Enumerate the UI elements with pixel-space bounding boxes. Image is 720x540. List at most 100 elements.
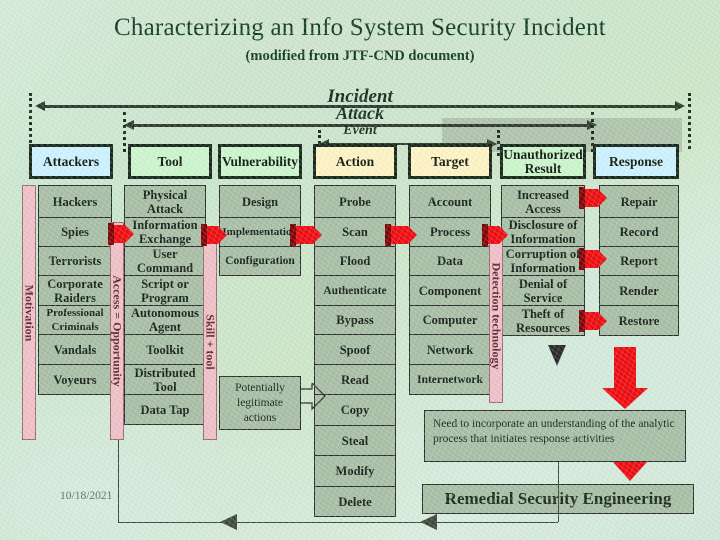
column-attackers: Hackers Spies Terrorists Corporate Raide… <box>38 185 112 395</box>
cell-attackers-1[interactable]: Spies <box>38 217 112 247</box>
column-unauthorized-result: Increased Access Disclosure of Informati… <box>501 185 585 336</box>
chevron-result-to-restore <box>579 310 607 332</box>
cell-tool-6[interactable]: Distributed Tool <box>124 364 206 395</box>
cell-action-0[interactable]: Probe <box>314 185 396 218</box>
chevron-attackers-to-tool <box>108 223 134 245</box>
cell-target-2[interactable]: Data <box>409 246 491 276</box>
cell-attackers-3[interactable]: Corporate Raiders <box>38 275 112 306</box>
cell-tool-5[interactable]: Toolkit <box>124 334 206 365</box>
cell-action-3[interactable]: Authenticate <box>314 275 396 306</box>
result-down-triangle <box>548 345 566 366</box>
cell-target-5[interactable]: Network <box>409 334 491 365</box>
cell-response-0[interactable]: Repair <box>599 185 679 218</box>
cell-response-1[interactable]: Record <box>599 217 679 247</box>
cell-tool-3[interactable]: Script or Program <box>124 275 206 306</box>
chevron-target-to-result <box>482 224 508 246</box>
header-target[interactable]: Target <box>408 144 492 179</box>
cell-unauthorized-result-1[interactable]: Disclosure of Information <box>501 217 585 247</box>
cell-attackers-2[interactable]: Terrorists <box>38 246 112 276</box>
chevron-action-to-target <box>385 224 417 246</box>
header-unauthorized-result-label: Unauthorized Result <box>503 146 583 176</box>
header-vulnerability-label: Vulnerability <box>221 153 299 169</box>
cell-attackers-5[interactable]: Vandals <box>38 334 112 365</box>
cell-unauthorized-result-4[interactable]: Theft of Resources <box>501 305 585 336</box>
cell-action-6[interactable]: Read <box>314 364 396 395</box>
cell-vulnerability-1[interactable]: Implementation <box>219 217 301 247</box>
cell-target-6[interactable]: Internetwork <box>409 364 491 395</box>
legitimate-actions-box: Potentially legitimate actions <box>219 376 301 430</box>
column-response: Repair Record Report Render Restore <box>599 185 679 336</box>
response-down-arrow-head <box>602 388 648 409</box>
cell-response-4[interactable]: Restore <box>599 305 679 336</box>
cell-action-5[interactable]: Spoof <box>314 334 396 365</box>
header-attackers-label: Attackers <box>42 153 100 169</box>
loop-arrowhead-left <box>220 514 237 530</box>
column-action: Probe Scan Flood Authenticate Bypass Spo… <box>314 185 396 517</box>
chevron-vulnerability-to-action <box>290 224 322 246</box>
cell-target-4[interactable]: Computer <box>409 305 491 335</box>
chevron-result-to-report <box>579 248 607 270</box>
cell-vulnerability-0[interactable]: Design <box>219 185 301 218</box>
cell-unauthorized-result-0[interactable]: Increased Access <box>501 185 585 218</box>
cell-response-3[interactable]: Render <box>599 275 679 306</box>
cell-tool-4[interactable]: Autonomous Agent <box>124 305 206 335</box>
cell-action-9[interactable]: Modify <box>314 455 396 487</box>
vbar-detection-technology: Detection technology <box>489 228 504 403</box>
date-stamp: 10/18/2021 <box>60 490 113 502</box>
loop-line-vertical-left <box>118 440 119 522</box>
vbar-access-opportunity: Access = Opportunity <box>110 222 125 440</box>
header-tool-label: Tool <box>157 153 183 169</box>
chevron-result-to-repair <box>579 187 607 209</box>
cell-tool-2[interactable]: User Command <box>124 246 206 276</box>
header-attackers[interactable]: Attackers <box>29 144 113 179</box>
legitimate-actions-hollow-arrow <box>299 381 326 419</box>
cell-attackers-6[interactable]: Voyeurs <box>38 364 112 395</box>
cell-unauthorized-result-2[interactable]: Corruption of Information <box>501 246 585 276</box>
header-action-label: Action <box>335 153 375 169</box>
cell-action-1[interactable]: Scan <box>314 217 396 247</box>
cell-response-2[interactable]: Report <box>599 246 679 276</box>
cell-target-1[interactable]: Process <box>409 217 491 247</box>
response-down-arrow <box>602 347 648 409</box>
header-tool[interactable]: Tool <box>128 144 212 179</box>
page-subtitle: (modified from JTF-CND document) <box>245 48 475 64</box>
cell-target-0[interactable]: Account <box>409 185 491 218</box>
header-target-label: Target <box>431 153 469 169</box>
page-title: Characterizing an Info System Security I… <box>114 14 606 41</box>
cell-target-3[interactable]: Component <box>409 275 491 306</box>
header-vulnerability[interactable]: Vulnerability <box>218 144 302 179</box>
loop-line-vertical-right <box>558 462 559 522</box>
vbar-skill-tool: Skill + tool <box>203 243 218 440</box>
cell-vulnerability-2[interactable]: Configuration <box>219 246 301 276</box>
cell-action-8[interactable]: Steal <box>314 425 396 456</box>
cell-tool-7[interactable]: Data Tap <box>124 394 206 425</box>
header-response-label: Response <box>608 153 663 169</box>
column-vulnerability: Design Implementation Configuration <box>219 185 301 276</box>
column-tool: Physical Attack Information Exchange Use… <box>124 185 206 425</box>
header-response[interactable]: Response <box>593 144 679 179</box>
cell-tool-1[interactable]: Information Exchange <box>124 217 206 247</box>
header-action[interactable]: Action <box>313 144 397 179</box>
cell-tool-0[interactable]: Physical Attack <box>124 185 206 218</box>
remedial-red-arrow <box>613 462 647 481</box>
slide-canvas: Characterizing an Info System Security I… <box>0 0 720 540</box>
tick-dashed-left <box>29 93 35 149</box>
vbar-motivation-label: Motivation <box>22 284 37 341</box>
cell-action-4[interactable]: Bypass <box>314 305 396 335</box>
vbar-detection-technology-label: Detection technology <box>489 262 504 369</box>
cell-action-2[interactable]: Flood <box>314 246 396 276</box>
cell-action-7[interactable]: Copy <box>314 394 396 426</box>
cell-attackers-0[interactable]: Hackers <box>38 185 112 218</box>
cell-attackers-4[interactable]: Professional Criminals <box>38 305 112 335</box>
chevron-tool-to-vulnerability <box>201 224 227 246</box>
vbar-skill-tool-label: Skill + tool <box>203 313 218 370</box>
tick-dashed-right <box>688 93 694 149</box>
loop-arrowhead-mid <box>420 514 437 530</box>
cell-unauthorized-result-3[interactable]: Denial of Service <box>501 275 585 306</box>
loop-line-bottom <box>118 522 558 523</box>
header-unauthorized-result[interactable]: Unauthorized Result <box>500 144 586 179</box>
vbar-access-opportunity-label: Access = Opportunity <box>110 275 125 387</box>
note-box: Need to incorporate an understanding of … <box>424 410 686 462</box>
cell-action-10[interactable]: Delete <box>314 486 396 517</box>
response-down-arrow-stem <box>614 347 636 389</box>
